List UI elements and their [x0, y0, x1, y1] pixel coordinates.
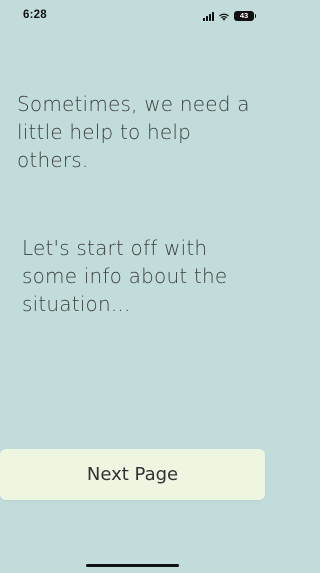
next-page-button[interactable]: Next Page — [0, 449, 265, 500]
home-indicator[interactable] — [86, 564, 179, 567]
status-time: 6:28 — [23, 9, 47, 21]
intro-subheading: Let's start off with some info about the… — [22, 236, 228, 316]
battery-icon: 43 — [234, 11, 256, 21]
status-bar: 6:28 43 — [0, 0, 265, 30]
status-icons: 43 — [203, 10, 256, 22]
intro-heading: Sometimes, we need a little help to help… — [17, 92, 250, 172]
wifi-icon — [219, 13, 229, 21]
cellular-signal-icon — [203, 11, 214, 21]
